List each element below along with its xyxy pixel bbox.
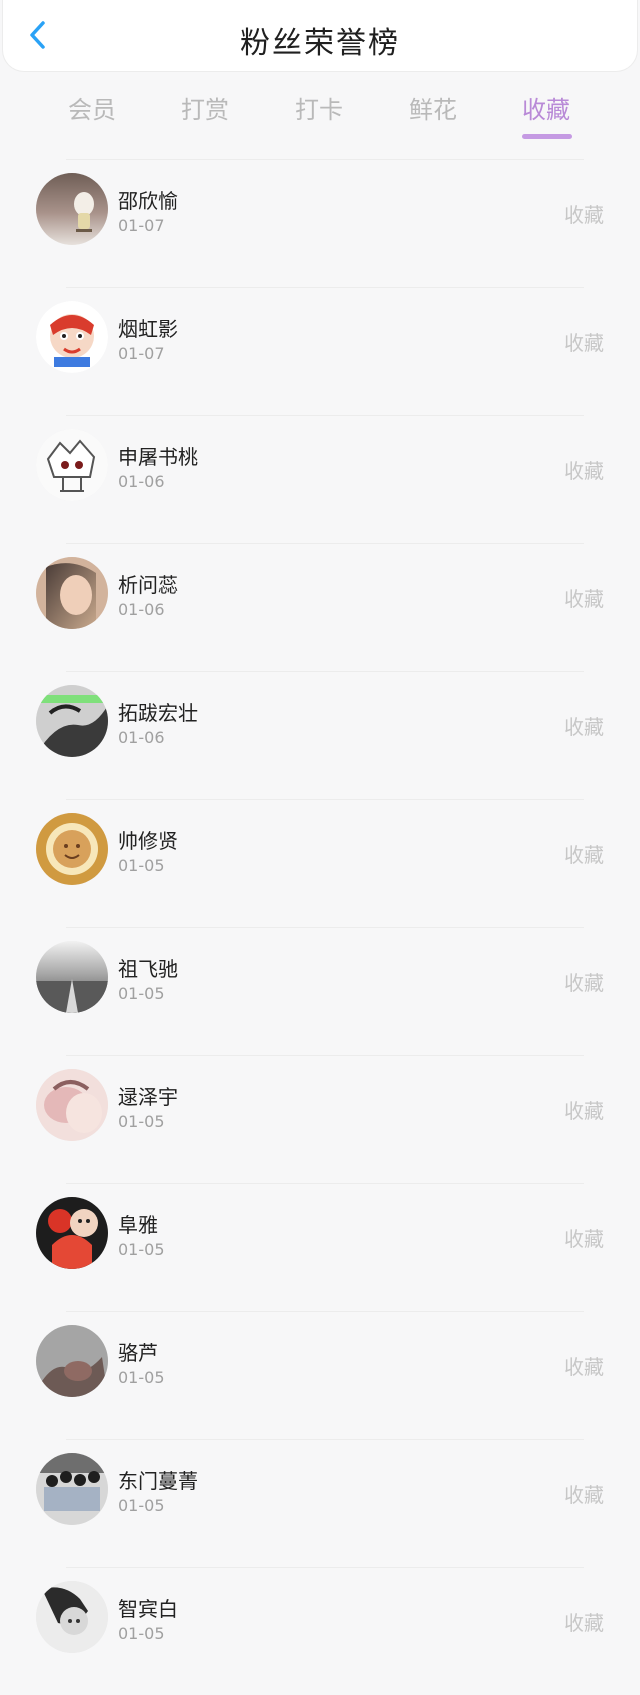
avatar — [36, 557, 108, 629]
avatar — [36, 1325, 108, 1397]
list-item[interactable]: 拓跋宏壮 01-06 收藏 — [0, 671, 640, 799]
list-item[interactable]: 邵欣愉 01-07 收藏 — [0, 159, 640, 287]
favorite-button[interactable]: 收藏 — [564, 583, 604, 612]
fan-date: 01-06 — [118, 472, 165, 491]
fan-list: 邵欣愉 01-07 收藏 烟虹影 01-07 收藏 申屠书桃 01-06 收藏 … — [0, 159, 640, 1695]
tab-favorites[interactable]: 收藏 — [522, 90, 570, 125]
avatar — [36, 429, 108, 501]
favorite-button[interactable]: 收藏 — [564, 711, 604, 740]
favorite-button[interactable]: 收藏 — [564, 1607, 604, 1636]
fan-name: 申屠书桃 — [118, 445, 198, 469]
fan-name: 拓跋宏壮 — [118, 701, 198, 725]
fan-date: 01-05 — [118, 1496, 165, 1515]
fan-date: 01-05 — [118, 1240, 165, 1259]
avatar-image-8 — [36, 1069, 108, 1141]
list-item[interactable]: 智宾白 01-05 收藏 — [0, 1567, 640, 1695]
avatar-image-10 — [36, 1325, 108, 1397]
fan-name: 智宾白 — [118, 1597, 178, 1621]
favorite-button[interactable]: 收藏 — [564, 967, 604, 996]
active-tab-indicator — [522, 134, 572, 139]
fan-name: 阜雅 — [118, 1213, 158, 1237]
tab-checkin[interactable]: 打卡 — [295, 90, 343, 125]
list-item[interactable]: 骆芦 01-05 收藏 — [0, 1311, 640, 1439]
list-item[interactable]: 烟虹影 01-07 收藏 — [0, 287, 640, 415]
fan-name: 烟虹影 — [118, 317, 178, 341]
fan-date: 01-05 — [118, 1624, 165, 1643]
favorite-button[interactable]: 收藏 — [564, 1095, 604, 1124]
fan-name: 祖飞驰 — [118, 957, 178, 981]
favorite-button[interactable]: 收藏 — [564, 1479, 604, 1508]
avatar — [36, 1197, 108, 1269]
tab-members[interactable]: 会员 — [68, 90, 116, 125]
avatar-image-6 — [36, 813, 108, 885]
favorite-button[interactable]: 收藏 — [564, 839, 604, 868]
list-item[interactable]: 逯泽宇 01-05 收藏 — [0, 1055, 640, 1183]
list-item[interactable]: 帅修贤 01-05 收藏 — [0, 799, 640, 927]
avatar-image-1 — [36, 173, 108, 245]
list-item[interactable]: 析问蕊 01-06 收藏 — [0, 543, 640, 671]
favorite-button[interactable]: 收藏 — [564, 199, 604, 228]
avatar-image-4 — [36, 557, 108, 629]
fan-date: 01-06 — [118, 728, 165, 747]
avatar-image-2 — [36, 301, 108, 373]
list-item[interactable]: 申屠书桃 01-06 收藏 — [0, 415, 640, 543]
fan-date: 01-05 — [118, 856, 165, 875]
tab-flowers[interactable]: 鲜花 — [409, 90, 457, 125]
avatar-image-9 — [36, 1197, 108, 1269]
avatar — [36, 685, 108, 757]
fan-date: 01-07 — [118, 344, 165, 363]
avatar-image-5 — [36, 685, 108, 757]
favorite-button[interactable]: 收藏 — [564, 1223, 604, 1252]
fan-name: 析问蕊 — [118, 573, 178, 597]
avatar-image-11 — [36, 1453, 108, 1525]
fan-date: 01-05 — [118, 1368, 165, 1387]
avatar-image-7 — [36, 941, 108, 1013]
fan-date: 01-07 — [118, 216, 165, 235]
avatar — [36, 1581, 108, 1653]
favorite-button[interactable]: 收藏 — [564, 327, 604, 356]
avatar — [36, 173, 108, 245]
avatar-image-12 — [36, 1581, 108, 1653]
list-item[interactable]: 东门蔓菁 01-05 收藏 — [0, 1439, 640, 1567]
favorite-button[interactable]: 收藏 — [564, 455, 604, 484]
avatar — [36, 813, 108, 885]
fan-name: 帅修贤 — [118, 829, 178, 853]
fan-date: 01-05 — [118, 984, 165, 1003]
avatar — [36, 941, 108, 1013]
fan-name: 骆芦 — [118, 1341, 158, 1365]
fan-name: 邵欣愉 — [118, 189, 178, 213]
favorite-button[interactable]: 收藏 — [564, 1351, 604, 1380]
list-item[interactable]: 祖飞驰 01-05 收藏 — [0, 927, 640, 1055]
avatar — [36, 301, 108, 373]
fan-date: 01-05 — [118, 1112, 165, 1131]
page: 粉丝荣誉榜 会员 打赏 打卡 鲜花 收藏 邵欣愉 01-07 收藏 烟虹影 01… — [0, 0, 640, 1689]
fan-date: 01-06 — [118, 600, 165, 619]
page-title: 粉丝荣誉榜 — [240, 26, 400, 61]
tab-tips[interactable]: 打赏 — [181, 90, 229, 125]
list-item[interactable]: 阜雅 01-05 收藏 — [0, 1183, 640, 1311]
avatar — [36, 1453, 108, 1525]
avatar — [36, 1069, 108, 1141]
fan-name: 逯泽宇 — [118, 1085, 178, 1109]
category-tabs: 会员 打赏 打卡 鲜花 收藏 — [0, 82, 640, 142]
fan-name: 东门蔓菁 — [118, 1469, 198, 1493]
top-app-bar: 粉丝荣誉榜 — [2, 0, 638, 72]
avatar-image-3 — [36, 429, 108, 501]
